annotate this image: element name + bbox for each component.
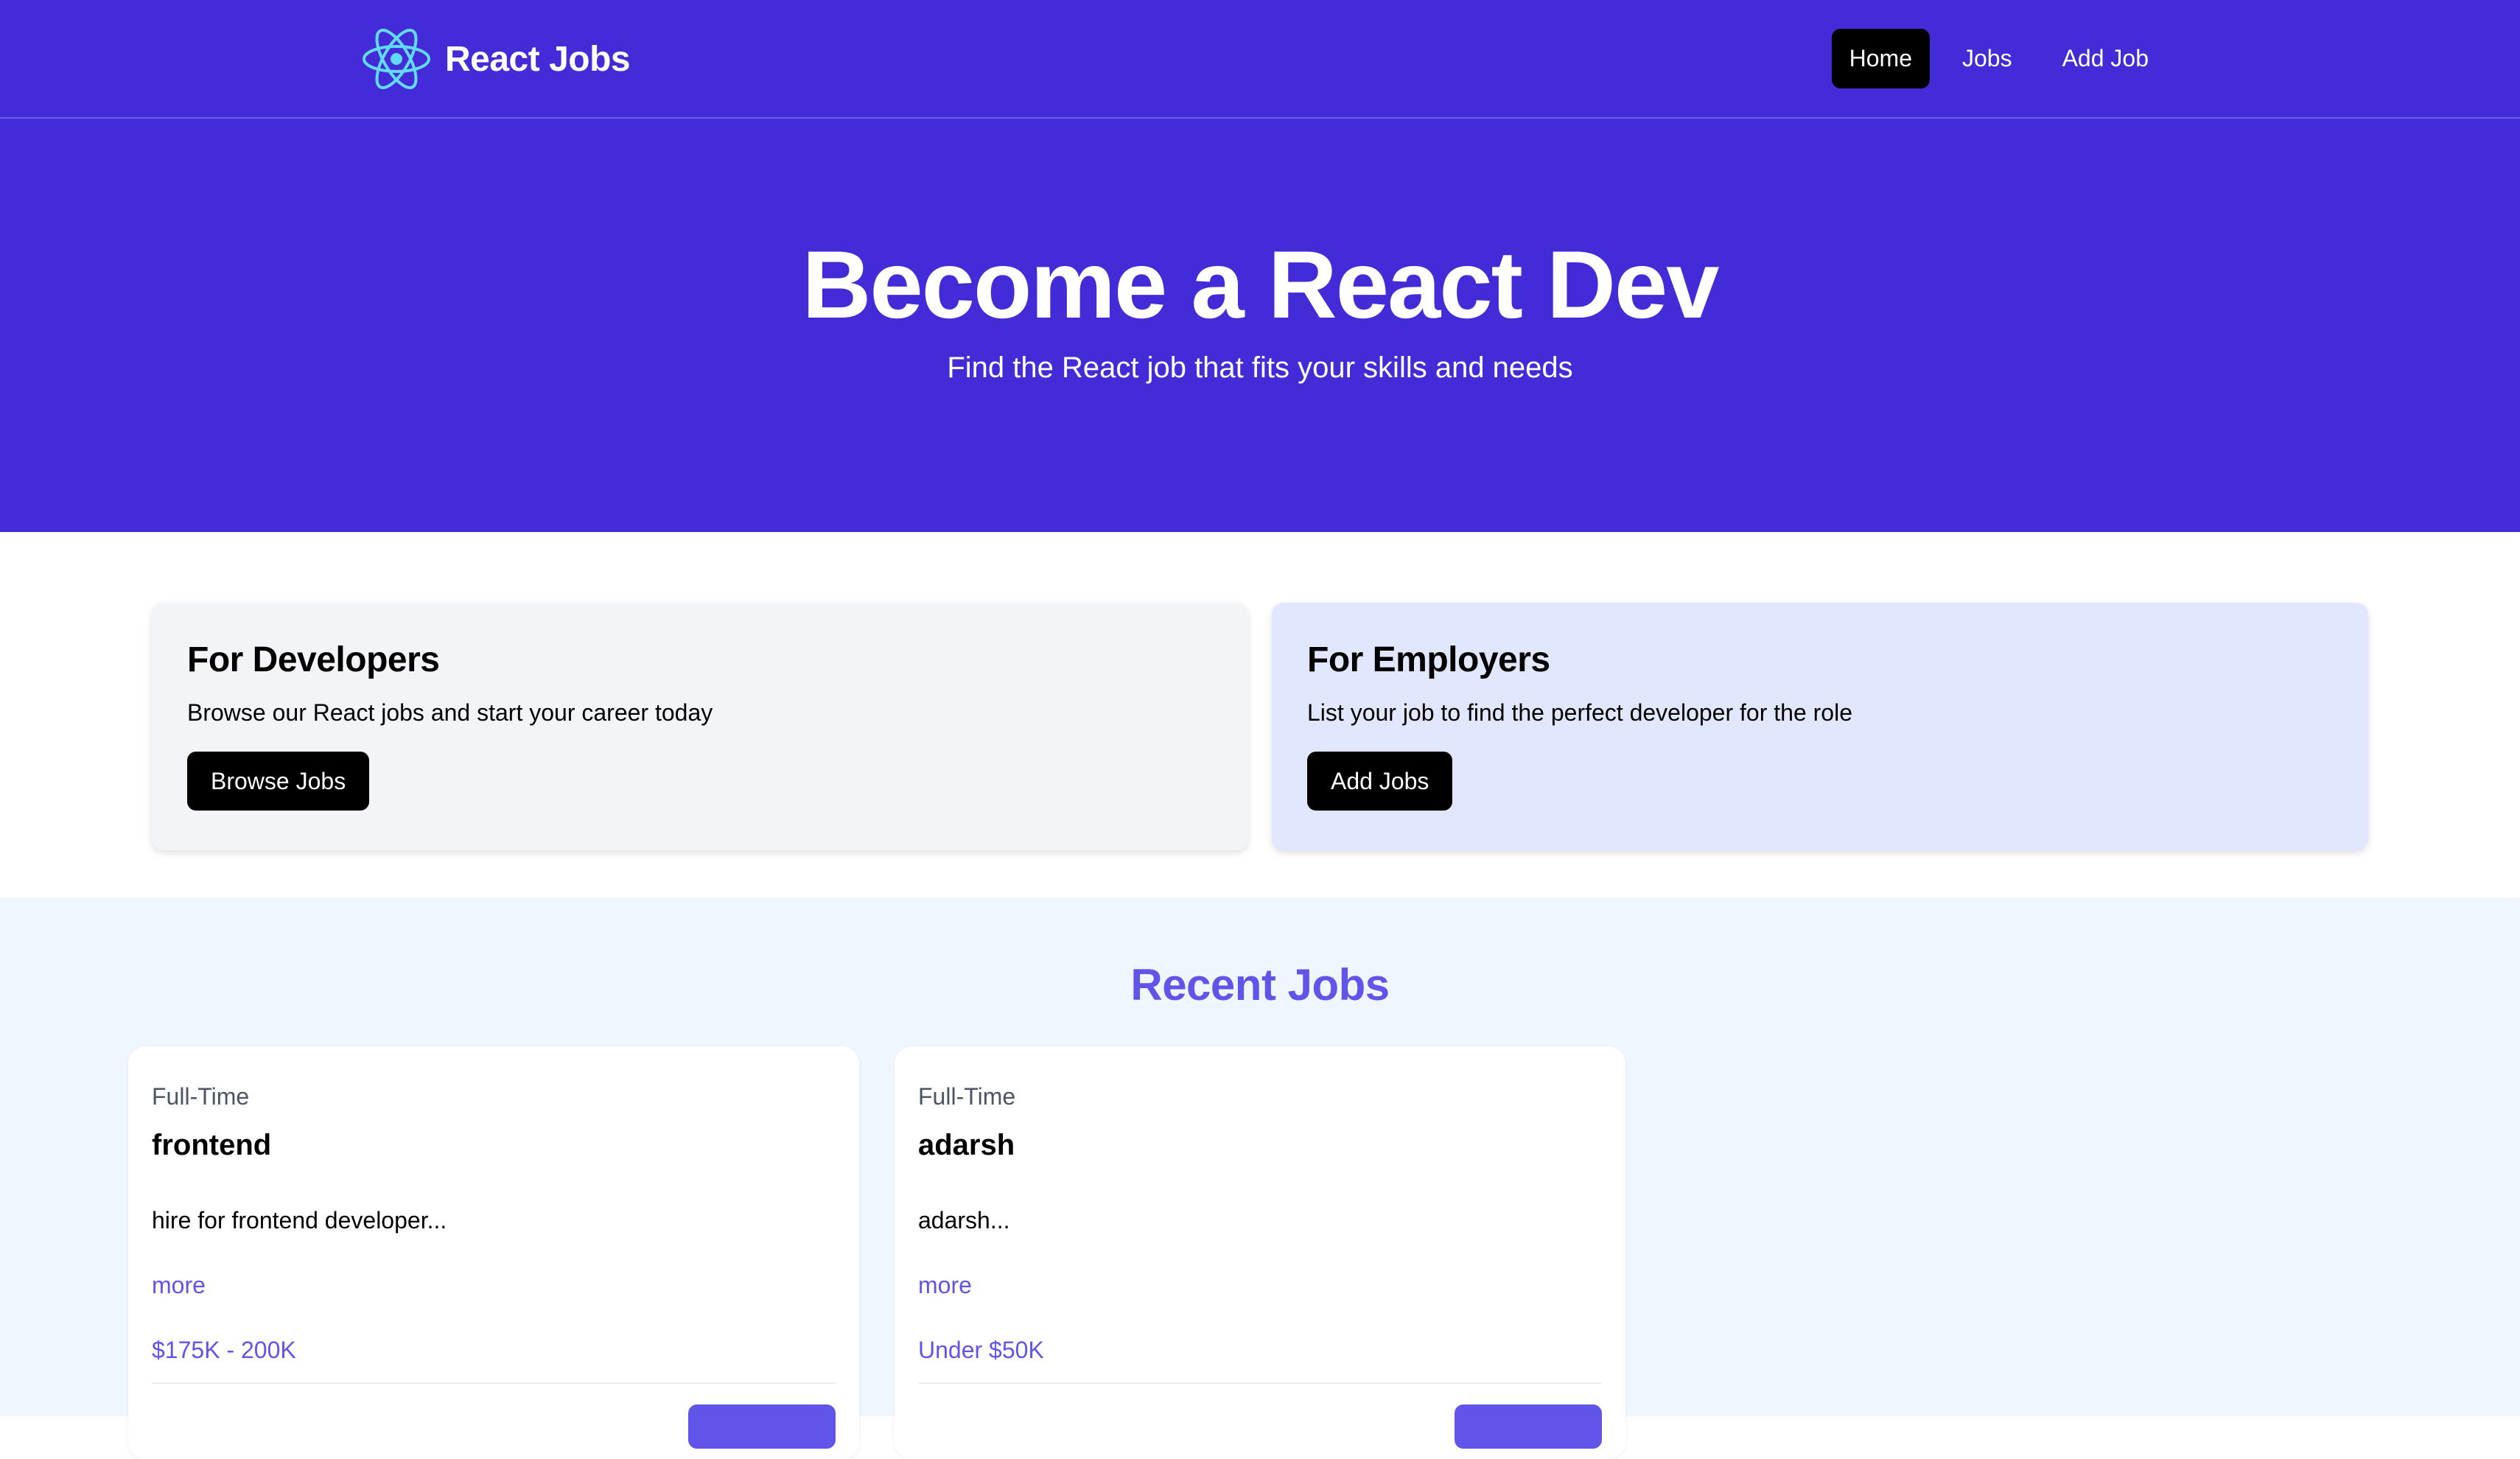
job-read-more-button[interactable] [688,1404,836,1449]
job-title: adarsh [918,1129,1015,1161]
job-divider [152,1382,836,1384]
job-more-link[interactable]: more [152,1272,206,1299]
developers-card-text: Browse our React jobs and start your car… [187,699,713,726]
job-salary: $175K - 200K [152,1337,296,1363]
employers-card: For Employers List your job to find the … [1272,603,2368,850]
browse-jobs-button[interactable]: Browse Jobs [187,752,370,811]
recent-jobs-title: Recent Jobs [1130,960,1390,1010]
hero-section: Become a React Dev Find the React job th… [0,119,2520,532]
job-divider [918,1382,1602,1384]
nav-link-home[interactable]: Home [1831,29,1930,88]
add-jobs-button[interactable]: Add Jobs [1307,752,1453,811]
job-read-more-button[interactable] [1455,1404,1602,1449]
employers-card-text: List your job to find the perfect develo… [1307,699,1852,726]
employers-card-title: For Employers [1307,640,1550,679]
brand-link[interactable]: React Jobs [361,24,631,94]
developers-card-title: For Developers [187,640,440,679]
job-type: Full-Time [918,1083,1016,1110]
job-salary: Under $50K [918,1337,1044,1363]
nav-link-add-job[interactable]: Add Job [2045,29,2166,88]
brand-name: React Jobs [445,39,631,79]
developers-card: For Developers Browse our React jobs and… [152,603,1248,850]
job-title: frontend [152,1129,272,1161]
recent-jobs-section: Recent Jobs Full-Time frontend hire for … [0,898,2520,1459]
job-description: hire for frontend developer... [152,1207,447,1234]
job-card: Full-Time adarsh adarsh... more Under $5… [895,1046,1625,1459]
job-card: Full-Time frontend hire for frontend dev… [128,1046,859,1459]
hero-subtitle: Find the React job that fits your skills… [947,351,1573,384]
nav-link-jobs[interactable]: Jobs [1945,29,2030,88]
job-type: Full-Time [152,1083,250,1110]
hero-title: Become a React Dev [802,231,1720,338]
job-more-link[interactable]: more [918,1272,972,1299]
react-atom-icon [363,28,430,90]
info-cards-section: For Developers Browse our React jobs and… [0,532,2520,898]
nav-links: Home Jobs Add Job [1831,29,2166,88]
navbar: React Jobs Home Jobs Add Job [0,0,2520,119]
job-description: adarsh... [918,1207,1010,1234]
